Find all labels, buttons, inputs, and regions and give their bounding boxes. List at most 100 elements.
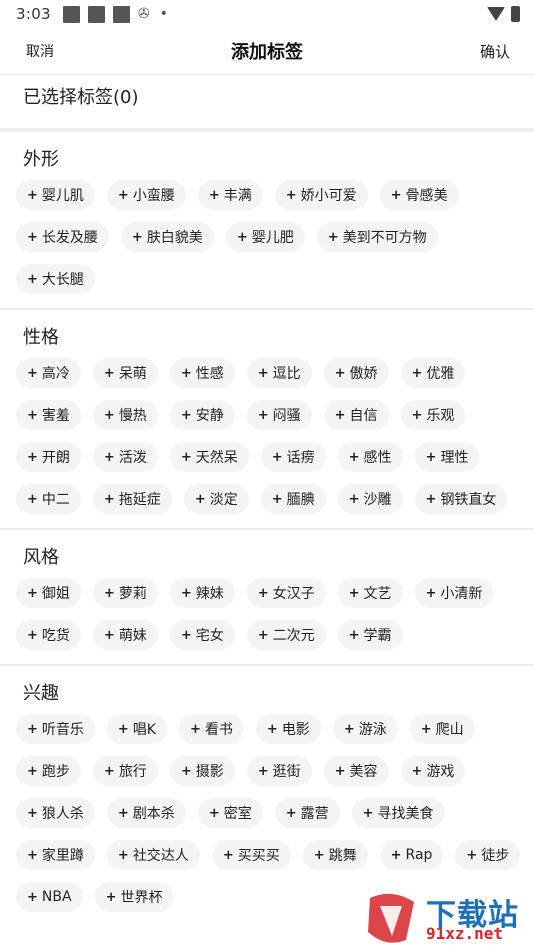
tag-chip[interactable]: + 拖延症: [92, 484, 172, 514]
tag-chip[interactable]: + 女汉子: [246, 578, 326, 608]
tag-chip[interactable]: + 高冷: [16, 358, 81, 388]
tag-chip[interactable]: + 长发及腰: [16, 222, 109, 252]
tag-chip[interactable]: + 旅行: [92, 756, 158, 786]
plus-icon: +: [103, 449, 115, 465]
tag-chip[interactable]: + 学霸: [337, 620, 403, 650]
plus-icon: +: [208, 187, 220, 203]
plus-icon: +: [390, 187, 402, 203]
tag-chip[interactable]: + 钢铁直女: [414, 484, 508, 514]
tag-chip[interactable]: + 辣妹: [169, 578, 235, 608]
tag-chip[interactable]: + 御姐: [16, 578, 81, 608]
tag-chip[interactable]: + 小清新: [414, 578, 494, 608]
tag-label: 听音乐: [41, 722, 84, 738]
tag-chip[interactable]: + 美到不可方物: [316, 222, 438, 252]
tag-chip[interactable]: + 吃货: [16, 620, 81, 650]
plus-icon: +: [194, 491, 206, 507]
tag-chip[interactable]: + 呆萌: [92, 358, 158, 388]
tag-chip[interactable]: + 逗比: [246, 358, 312, 388]
tag-chip[interactable]: + 游泳: [332, 714, 398, 744]
tag-chip[interactable]: + 话痨: [260, 442, 326, 472]
tag-chip[interactable]: + 徒步: [455, 840, 521, 870]
tag-chip[interactable]: + 社交达人: [106, 840, 200, 870]
plus-icon: +: [27, 229, 38, 245]
tag-label: 徒步: [481, 848, 510, 864]
tag-chip[interactable]: + 文艺: [337, 578, 403, 608]
tag-chip[interactable]: + 闷骚: [246, 400, 312, 430]
tag-chip[interactable]: + 密室: [197, 798, 263, 828]
plus-icon: +: [180, 585, 192, 601]
tag-chip[interactable]: + 自信: [323, 400, 389, 430]
tag-chip[interactable]: + 娇小可爱: [274, 180, 368, 210]
tag-chip[interactable]: + 露营: [274, 798, 340, 828]
tag-chip[interactable]: + 宅女: [169, 620, 235, 650]
tag-chip[interactable]: + 听音乐: [16, 714, 95, 744]
tag-chip[interactable]: + 萝莉: [92, 578, 158, 608]
tag-chip[interactable]: + 小蛮腰: [106, 180, 186, 210]
tag-section: 风格 + 御姐 + 萝莉 + 辣妹 + 女汉子 + 文艺 + 小清新 + 吃货 + 萌妹 + 宅女 + 二次元 + 学霸: [0, 530, 534, 662]
tag-chip[interactable]: + 安静: [169, 400, 235, 430]
tag-sections: 外形 + 婴儿肌 + 小蛮腰 + 丰满 + 娇小可爱 + 骨感美 + 长发及腰 + 肤白貌美 + 婴儿肥 + 美到不…: [0, 132, 534, 924]
tag-chip[interactable]: + 感性: [337, 442, 403, 472]
tag-chip[interactable]: + 淡定: [183, 484, 249, 514]
plus-icon: +: [266, 721, 278, 737]
tag-label: 傲娇: [349, 366, 378, 382]
tag-chip[interactable]: + NBA: [16, 882, 83, 912]
section-title: 风格: [23, 547, 59, 568]
plus-icon: +: [334, 763, 346, 779]
tag-chip[interactable]: + 狼人杀: [16, 798, 95, 828]
tag-label: 慢热: [118, 408, 147, 424]
tag-label: 御姐: [41, 586, 70, 602]
tag-chip[interactable]: + 活泼: [92, 442, 158, 472]
tag-chip[interactable]: + 肤白貌美: [120, 222, 214, 252]
confirm-button[interactable]: 确认: [480, 41, 510, 62]
plus-icon: +: [348, 627, 360, 643]
tag-chip[interactable]: + 爬山: [409, 714, 475, 744]
tag-chip[interactable]: + 剧本杀: [106, 798, 186, 828]
plus-icon: +: [180, 407, 192, 423]
tag-label: 买买买: [237, 848, 280, 864]
tag-chip[interactable]: + 摄影: [169, 756, 235, 786]
tag-chip[interactable]: + 优雅: [400, 358, 466, 388]
tag-label: 跑步: [41, 764, 70, 780]
tag-chip[interactable]: + 理性: [414, 442, 480, 472]
tag-label: 小清新: [440, 586, 483, 602]
tag-chip[interactable]: + 电影: [255, 714, 321, 744]
tag-chip[interactable]: + 萌妹: [92, 620, 158, 650]
tag-list: + 御姐 + 萝莉 + 辣妹 + 女汉子 + 文艺 + 小清新 + 吃货 + 萌妹 + 宅女 + 二次元 + 学霸: [16, 574, 534, 662]
tag-chip[interactable]: + 开朗: [16, 442, 81, 472]
watermark: 下载站 91xz.net: [362, 890, 532, 948]
tag-chip[interactable]: + 大长腿: [16, 264, 95, 294]
tag-chip[interactable]: + 骨感美: [379, 180, 459, 210]
tag-chip[interactable]: + 买买买: [211, 840, 291, 870]
tag-chip[interactable]: + 丰满: [197, 180, 263, 210]
tag-chip[interactable]: + Rap: [379, 840, 444, 870]
plus-icon: +: [466, 847, 478, 863]
tag-chip[interactable]: + 乐观: [400, 400, 466, 430]
tag-chip[interactable]: + 家里蹲: [16, 840, 95, 870]
tag-chip[interactable]: + 害羞: [16, 400, 81, 430]
tag-chip[interactable]: + 逛街: [246, 756, 312, 786]
tag-chip[interactable]: + 世界杯: [94, 882, 174, 912]
tag-chip[interactable]: + 天然呆: [169, 442, 249, 472]
cancel-button[interactable]: 取消: [26, 41, 54, 61]
tag-chip[interactable]: + 腼腆: [260, 484, 326, 514]
tag-chip[interactable]: + 看书: [179, 714, 244, 744]
tag-chip[interactable]: + 傲娇: [323, 358, 389, 388]
tag-chip[interactable]: + 游戏: [400, 756, 466, 786]
tag-label: 旅行: [118, 764, 147, 780]
tag-chip[interactable]: + 唱K: [106, 714, 167, 744]
tag-chip[interactable]: + 跑步: [16, 756, 81, 786]
tag-chip[interactable]: + 二次元: [246, 620, 326, 650]
plus-icon: +: [27, 805, 38, 821]
tag-chip[interactable]: + 婴儿肌: [16, 180, 95, 210]
tag-chip[interactable]: + 性感: [169, 358, 235, 388]
tag-chip[interactable]: + 沙雕: [337, 484, 403, 514]
tag-label: 丰满: [223, 188, 252, 204]
tag-chip[interactable]: + 跳舞: [302, 840, 368, 870]
tag-chip[interactable]: + 婴儿肥: [225, 222, 305, 252]
tag-chip[interactable]: + 寻找美食: [351, 798, 445, 828]
plus-icon: +: [425, 449, 437, 465]
tag-chip[interactable]: + 慢热: [92, 400, 158, 430]
tag-chip[interactable]: + 美容: [323, 756, 389, 786]
tag-chip[interactable]: + 中二: [16, 484, 81, 514]
